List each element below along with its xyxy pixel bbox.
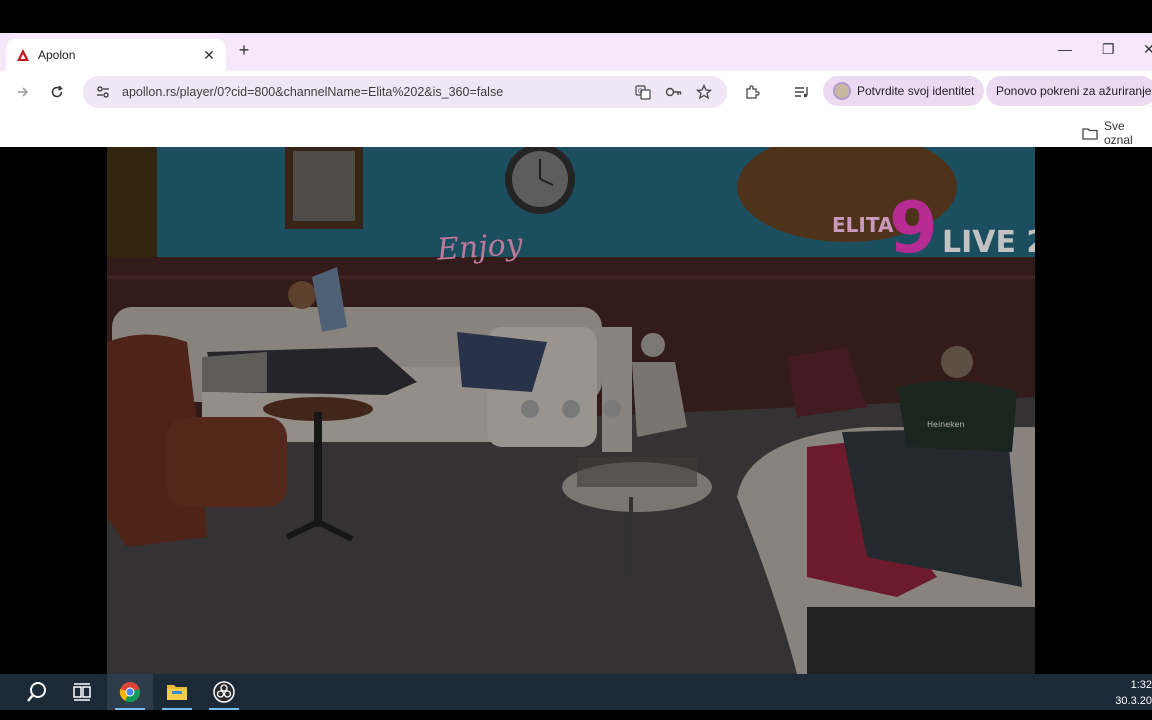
verify-identity-button[interactable]: Potvrdite svoj identitet (823, 76, 985, 106)
url-text: apollon.rs/player/0?cid=800&channelName=… (122, 85, 504, 99)
password-key-icon[interactable] (665, 83, 683, 101)
folder-icon (1082, 127, 1098, 140)
obs-icon[interactable] (201, 674, 247, 710)
extensions-icon[interactable] (741, 81, 763, 103)
media-queue-icon[interactable] (791, 81, 813, 103)
file-explorer-icon[interactable] (154, 674, 200, 710)
video-area: Enjoy ELITA 9 LIVE 2 (0, 147, 1152, 674)
profile-avatar-icon (833, 82, 851, 100)
restore-button[interactable]: ❐ (1102, 41, 1115, 58)
forward-icon[interactable] (12, 81, 34, 103)
video-frame: Enjoy ELITA 9 LIVE 2 (107, 147, 1035, 674)
svg-text:G: G (638, 88, 643, 95)
verify-identity-label: Potvrdite svoj identitet (857, 84, 975, 98)
relaunch-update-label: Ponovo pokreni za ažuriranje (996, 84, 1152, 98)
close-window-button[interactable]: ✕ (1143, 41, 1152, 58)
tab-strip: Apolon ✕ (0, 33, 1152, 71)
tab-close-icon[interactable]: ✕ (200, 47, 218, 64)
apolon-favicon (16, 48, 30, 62)
search-icon[interactable] (14, 674, 60, 710)
screen-top-bar (0, 0, 1152, 33)
bookmarks-bar: Sve oznal (0, 113, 1152, 147)
bookmark-star-icon[interactable] (695, 83, 713, 101)
clock-date: 30.3.20 (1115, 695, 1152, 707)
system-clock[interactable]: 1:32 30.3.20 (1112, 677, 1152, 709)
tab-title: Apolon (38, 48, 76, 62)
site-info-icon[interactable] (89, 85, 117, 99)
clock-time: 1:32 (1130, 679, 1152, 691)
browser-toolbar: apollon.rs/player/0?cid=800&channelName=… (0, 71, 1152, 113)
reload-icon[interactable] (46, 81, 68, 103)
chrome-icon[interactable] (107, 674, 153, 710)
relaunch-update-button[interactable]: Ponovo pokreni za ažuriranje (986, 76, 1152, 106)
tab-apolon[interactable]: Apolon ✕ (6, 39, 226, 71)
translate-icon[interactable]: G (634, 83, 652, 101)
video-player[interactable]: Enjoy ELITA 9 LIVE 2 (107, 147, 1035, 674)
address-bar[interactable]: apollon.rs/player/0?cid=800&channelName=… (83, 76, 727, 108)
new-tab-button[interactable]: + (235, 40, 253, 61)
screen-bottom-bar (0, 710, 1152, 720)
bookmarks-folder-label: Sve oznal (1104, 119, 1133, 147)
minimize-button[interactable]: — (1058, 41, 1072, 57)
all-bookmarks-folder[interactable]: Sve oznal (1082, 119, 1152, 147)
task-view-icon[interactable] (59, 674, 105, 710)
taskbar: 1:32 30.3.20 (0, 674, 1152, 710)
